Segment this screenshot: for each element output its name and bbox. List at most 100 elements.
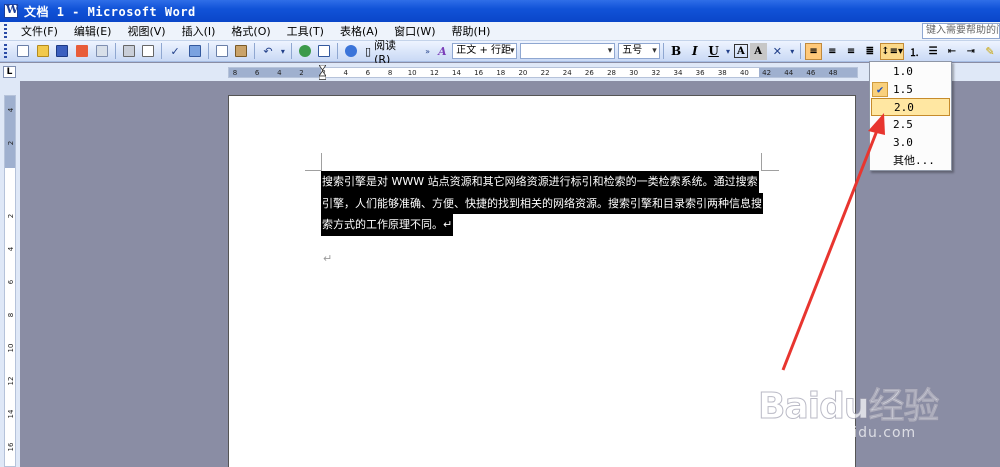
text-line[interactable]: 索方式的工作原理不同。↵ [321,214,454,237]
line-spacing-option-more[interactable]: 其他... [870,152,951,170]
font-combo[interactable] [520,43,616,59]
selected-paragraph[interactable]: 搜索引擎是对 WWW 站点资源和其它网络资源进行标引和检索的一类检索系统。通过搜… [321,171,763,237]
paste-button[interactable] [232,42,250,60]
ruler-tick-label: 40 [739,69,749,77]
option-label: 1.5 [893,83,913,96]
vertical-ruler[interactable]: 4 2 2 4 6 8 10 12 14 16 [4,95,16,467]
style-combo[interactable]: 正文 + 行距 [452,43,518,59]
ruler-tick-label: 8 [387,69,393,77]
underline-button[interactable]: U [705,43,722,60]
checkmark-icon: ✔ [872,82,888,97]
undo-dropdown[interactable]: ▾ [279,42,287,60]
save-icon [56,45,69,57]
email-button[interactable] [93,42,111,60]
read-mode-button[interactable]: ▯ 阅读(R) [361,37,416,66]
ruler-tick-label: 10 [407,69,417,77]
help-search-input[interactable]: 键入需要帮助的问 [922,23,1000,39]
copy-button[interactable] [213,42,231,60]
text-line[interactable]: 搜索引擎是对 WWW 站点资源和其它网络资源进行标引和检索的一类检索系统。通过搜… [321,171,759,193]
copy-icon [215,45,228,57]
print-preview-icon [142,45,155,57]
text-line[interactable]: 引擎，人们能够准确、方便、快捷的找到相关的网络资源。搜索引擎和目录索引两种信息搜 [321,192,763,215]
character-scaling-icon[interactable]: ✕ [769,42,787,60]
ruler-tick-label: 38 [717,69,727,77]
window-title: 文档 1 - Microsoft Word [24,4,196,19]
undo-button[interactable]: ↶ [259,42,277,60]
numbering-button[interactable]: ⒈ [906,43,923,60]
help-button[interactable] [342,42,360,60]
new-document-button[interactable] [14,42,32,60]
italic-button[interactable]: I [686,43,703,60]
print-button[interactable] [120,42,138,60]
table-button[interactable] [316,42,334,60]
menu-tools[interactable]: 工具(T) [279,23,332,39]
toolbar-separator [337,43,339,59]
ruler-tick-label: 10 [7,343,15,353]
ruler-tick-label: 4 [7,246,15,252]
character-border-button[interactable]: A [733,44,748,58]
new-document-icon [16,45,29,57]
menu-edit[interactable]: 编辑(E) [66,23,120,39]
print-preview-button[interactable] [139,42,157,60]
line-spacing-option-3-0[interactable]: 3.0 [870,134,951,152]
book-icon: ▯ [365,44,372,58]
character-shading-button[interactable]: A [749,42,767,60]
menu-file[interactable]: 文件(F) [13,23,66,39]
tab-selector-button[interactable]: L [3,66,16,78]
menu-grip-handle[interactable] [4,24,7,38]
line-spacing-option-2-5[interactable]: 2.5 [870,116,951,134]
baidu-watermark: Baidu经验 jingyan.baidu.com [757,377,948,467]
ruler-tick-label: 4 [277,69,282,77]
globe-icon [298,45,311,57]
styles-pane-button[interactable]: A [434,42,452,60]
bullets-button[interactable]: ☰ [925,43,942,60]
menu-help[interactable]: 帮助(H) [444,23,499,39]
bold-button[interactable]: B [668,43,685,60]
highlight-icon[interactable]: ✎ [981,42,999,60]
decrease-indent-button[interactable]: ⇤ [944,43,961,60]
research-button[interactable] [186,42,204,60]
toolbar-separator [662,43,664,59]
ruler-tick-label: 30 [629,69,639,77]
crop-mark [305,170,321,171]
permission-icon [76,45,89,57]
folder-icon [36,45,49,57]
ruler-tick-label: 6 [254,69,260,77]
underline-dropdown[interactable]: ▾ [724,42,732,60]
toolbar-overflow-chevron[interactable]: » [424,42,432,60]
menu-insert[interactable]: 插入(I) [174,23,224,39]
line-spacing-button[interactable]: ↕≡▾ [880,42,905,60]
paragraph-mark: ↵ [323,252,333,265]
increase-indent-button[interactable]: ⇥ [962,43,979,60]
crop-mark [321,153,322,171]
ruler-tick-label: 46 [806,69,816,77]
toolbar-separator [161,43,163,59]
ruler-tick-label: 26 [584,69,594,77]
toolbar-grip-handle[interactable] [4,44,7,58]
align-right-button[interactable]: ≡ [843,43,860,60]
ruler-tick-label: 14 [452,69,461,77]
standard-toolbar: ✓ ↶ ▾ ▯ 阅读(R) » A 正文 + 行距 五号 B I U ▾ A A… [0,39,1000,66]
word-app-icon [4,3,18,18]
line-spacing-option-1-5[interactable]: ✔ 1.5 [870,81,951,99]
menu-format[interactable]: 格式(O) [223,23,278,39]
align-center-button[interactable]: ≡ [824,43,841,60]
ruler-tick-label: 42 [762,69,772,77]
research-icon [188,45,201,57]
toolbar-separator [114,43,116,59]
spelling-button[interactable]: ✓ [166,42,184,60]
align-left-button[interactable]: ≡ [805,42,822,60]
scaling-dropdown[interactable]: ▾ [788,42,796,60]
ruler-tick-label: 28 [607,69,617,77]
indent-marker-icon[interactable] [319,65,326,80]
line-spacing-option-2-0[interactable]: 2.0 [871,98,950,116]
line-spacing-option-1-0[interactable]: 1.0 [870,63,951,81]
menu-view[interactable]: 视图(V) [119,23,173,39]
ruler-tick-label: 16 [7,442,15,452]
save-button[interactable] [53,42,71,60]
open-button[interactable] [34,42,52,60]
permission-button[interactable] [73,42,91,60]
font-size-combo[interactable]: 五号 [618,43,660,59]
justify-button[interactable]: ≣ [861,43,878,60]
hyperlink-button[interactable] [296,42,314,60]
